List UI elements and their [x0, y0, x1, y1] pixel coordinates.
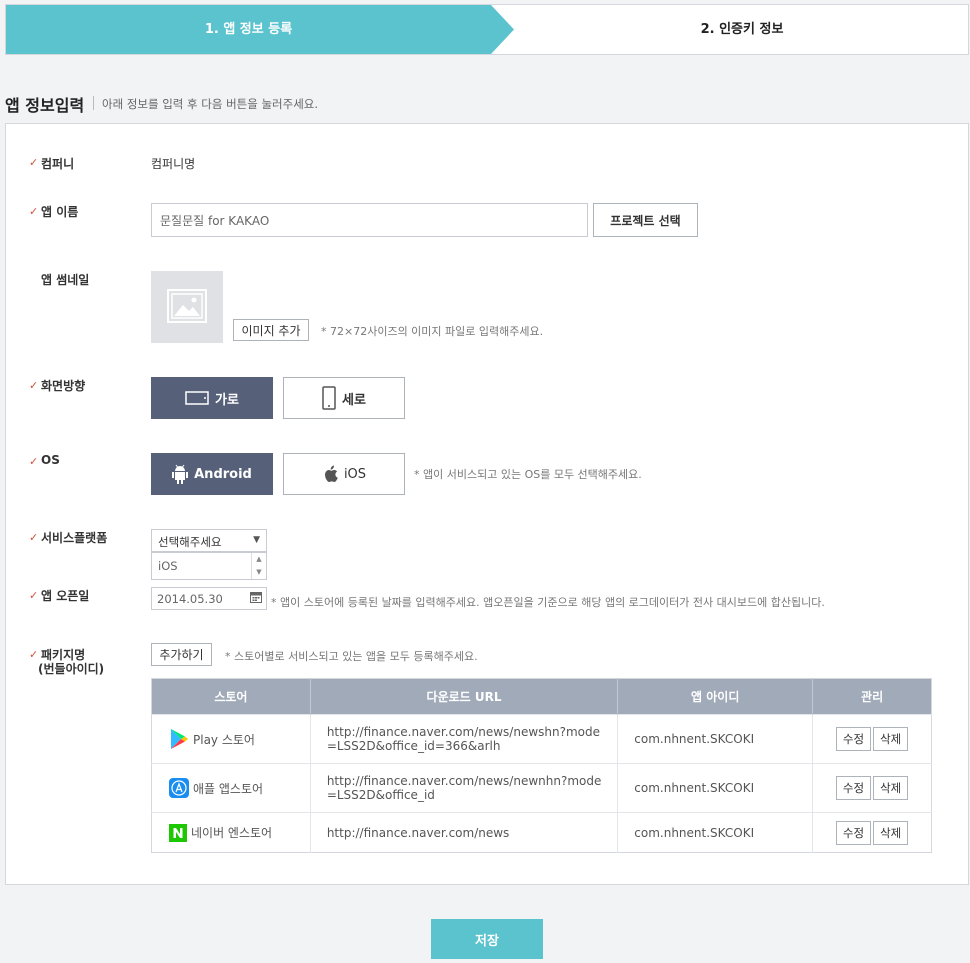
open-date-note: * 앱이 스토어에 등록된 날짜를 입력해주세요. 앱오픈일을 기준으로 해당 … — [271, 596, 825, 609]
apple-appstore-icon — [169, 778, 189, 798]
edit-button[interactable]: 수정 — [835, 776, 872, 800]
store-name: 네이버 엔스토어 — [191, 826, 273, 840]
project-select-button[interactable]: 프로젝트 선택 — [593, 203, 698, 237]
url-cell: http://finance.naver.com/news — [309, 812, 618, 853]
edit-button[interactable]: 수정 — [835, 727, 872, 751]
app-id-cell: com.nhnent.SKCOKI — [617, 714, 813, 764]
package-sublabel: (번들아이디) — [38, 662, 105, 676]
service-platform-label: 서비스플랫폼 — [41, 531, 108, 545]
table-row: Play 스토어 http://finance.naver.com/news/n… — [151, 714, 932, 764]
save-button[interactable]: 저장 — [431, 919, 543, 959]
store-cell: 애플 앱스토어 — [151, 763, 311, 813]
os-label: OS — [41, 453, 60, 467]
os-ios-toggle[interactable]: iOS — [283, 453, 405, 495]
service-platform-select[interactable]: 선택해주세요 ▼ — [151, 529, 267, 552]
required-check-icon: ✓ — [29, 589, 39, 602]
os-android-toggle[interactable]: Android — [151, 453, 273, 495]
service-platform-listbox[interactable]: iOS ▲ ▼ — [151, 552, 267, 580]
thumbnail-note: * 72×72사이즈의 이미지 파일로 입력해주세요. — [321, 325, 544, 338]
delete-button[interactable]: 삭제 — [873, 727, 909, 751]
service-platform-list-item[interactable]: iOS — [158, 559, 178, 573]
app-name-label: 앱 이름 — [41, 205, 79, 219]
orientation-landscape-toggle[interactable]: 가로 — [151, 377, 273, 419]
add-package-button[interactable]: 추가하기 — [151, 643, 212, 666]
os-note: * 앱이 서비스되고 있는 OS를 모두 선택해주세요. — [414, 468, 642, 481]
open-date-label: 앱 오픈일 — [41, 589, 90, 603]
android-icon — [172, 464, 189, 484]
scroll-up-icon[interactable]: ▲ — [252, 553, 266, 566]
company-value: 컴퍼니명 — [151, 157, 196, 171]
open-date-input[interactable]: 2014.05.30 — [151, 587, 267, 610]
store-cell: Play 스토어 — [151, 714, 311, 764]
step-2-label: 2. 인증키 정보 — [700, 22, 784, 37]
delete-button[interactable]: 삭제 — [873, 776, 909, 800]
required-check-icon: ✓ — [29, 531, 39, 544]
required-check-icon: ✓ — [29, 455, 39, 468]
package-note: * 스토어별로 서비스되고 있는 앱을 모두 등록해주세요. — [225, 650, 478, 663]
required-check-icon: ✓ — [29, 379, 39, 392]
url-cell: http://finance.naver.com/news/newnhn?mod… — [309, 763, 618, 813]
table-header-row: 스토어 다운로드 URL 앱 아이디 관리 — [151, 678, 932, 715]
store-name: Play 스토어 — [193, 732, 255, 747]
portrait-device-icon — [322, 386, 336, 410]
section-description: 아래 정보를 입력 후 다음 버튼을 눌러주세요. — [102, 97, 319, 111]
column-header-app-id: 앱 아이디 — [617, 678, 813, 715]
manage-cell: 수정 삭제 — [812, 763, 932, 813]
manage-cell: 수정 삭제 — [812, 714, 932, 764]
add-image-button[interactable]: 이미지 추가 — [233, 319, 309, 341]
app-name-input[interactable] — [151, 203, 588, 237]
orientation-label: 화면방향 — [41, 379, 86, 393]
os-ios-label: iOS — [343, 466, 367, 482]
app-id-cell: com.nhnent.SKCOKI — [617, 812, 813, 853]
step-1-active: 1. 앱 정보 등록 — [6, 5, 516, 54]
column-header-manage: 관리 — [812, 678, 932, 715]
edit-button[interactable]: 수정 — [835, 820, 872, 845]
open-date-value: 2014.05.30 — [157, 592, 223, 606]
required-check-icon: ✓ — [29, 205, 39, 218]
naver-nstore-icon — [169, 823, 187, 842]
step-1-label: 1. 앱 정보 등록 — [204, 22, 293, 37]
image-placeholder-icon — [167, 289, 207, 323]
service-platform-select-value: 선택해주세요 — [158, 535, 222, 549]
table-row: 네이버 엔스토어 http://finance.naver.com/news c… — [151, 812, 932, 853]
company-label: 컴퍼니 — [41, 157, 75, 171]
thumbnail-label: 앱 썸네일 — [41, 273, 90, 287]
orientation-portrait-toggle[interactable]: 세로 — [283, 377, 405, 419]
app-id-cell: com.nhnent.SKCOKI — [617, 763, 813, 813]
thumbnail-placeholder — [151, 271, 223, 343]
required-check-icon: ✓ — [29, 156, 39, 169]
required-check-icon: ✓ — [29, 648, 39, 661]
orientation-landscape-label: 가로 — [215, 392, 239, 408]
table-row: 애플 앱스토어 http://finance.naver.com/news/ne… — [151, 763, 932, 813]
orientation-portrait-label: 세로 — [342, 392, 366, 408]
manage-cell: 수정 삭제 — [812, 812, 932, 853]
google-play-icon — [171, 729, 188, 749]
store-name: 애플 앱스토어 — [193, 781, 264, 796]
column-header-url: 다운로드 URL — [309, 678, 618, 715]
section-divider — [93, 96, 94, 110]
dropdown-arrow-icon: ▼ — [253, 535, 260, 545]
url-cell: http://finance.naver.com/news/newshn?mod… — [309, 714, 618, 764]
apple-icon — [324, 465, 338, 483]
listbox-scrollbar[interactable]: ▲ ▼ — [251, 553, 266, 579]
delete-button[interactable]: 삭제 — [873, 820, 909, 845]
store-cell: 네이버 엔스토어 — [151, 812, 311, 853]
landscape-device-icon — [185, 391, 209, 405]
scroll-down-icon[interactable]: ▼ — [252, 566, 266, 579]
stepper: 1. 앱 정보 등록 2. 인증키 정보 — [5, 4, 969, 55]
column-header-store: 스토어 — [151, 678, 311, 715]
section-title: 앱 정보입력 — [5, 96, 85, 115]
calendar-icon[interactable] — [250, 591, 262, 603]
os-android-label: Android — [194, 466, 252, 482]
package-table: 스토어 다운로드 URL 앱 아이디 관리 Play 스토어 http://fi… — [151, 678, 932, 853]
